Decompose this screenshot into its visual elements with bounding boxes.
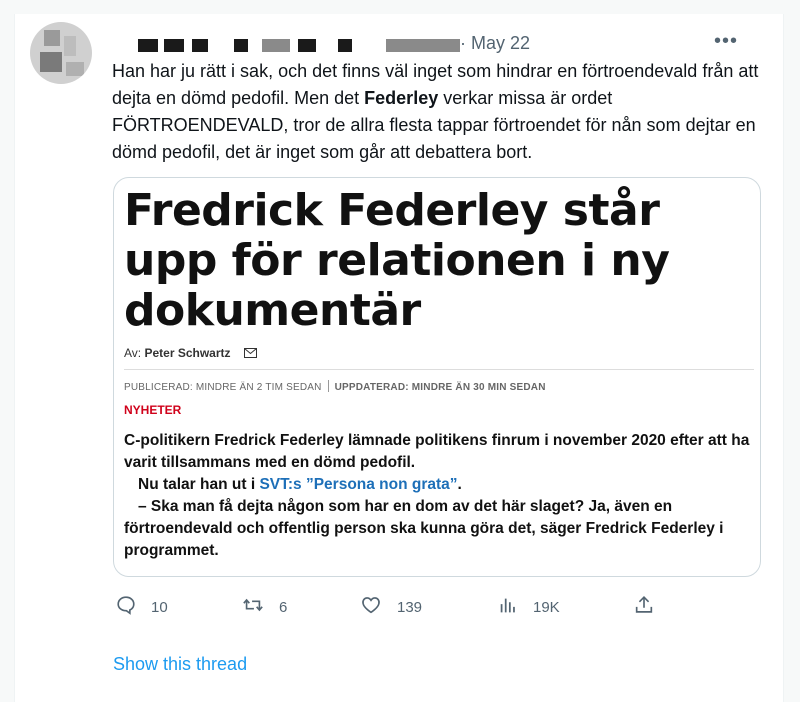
views-count: 19K [533,598,560,616]
redacted-display-name [298,39,316,52]
tweet-actions: 10 6 139 19K [113,594,713,620]
views-button[interactable]: 19K [497,594,560,620]
like-icon [359,594,397,620]
article-meta: PUBLICERAD: MINDRE ÄN 2 TIM SEDAN UPPDATE… [124,380,546,393]
redacted-display-name [192,39,208,52]
retweet-count: 6 [279,598,288,616]
views-icon [497,594,533,620]
redacted-display-name [234,39,248,52]
share-button[interactable] [633,594,669,620]
reply-count: 10 [151,598,168,616]
retweet-icon [241,594,279,620]
share-icon [633,594,669,620]
tweet-text: Han har ju rätt i sak, och det finns väl… [112,61,759,162]
more-icon[interactable]: ••• [714,30,738,53]
article-image[interactable]: Fredrick Federley står upp för relatione… [113,177,761,577]
updated-time: UPPDATERAD: MINDRE ÄN 30 MIN SEDAN [334,382,546,393]
article-category: NYHETER [124,403,182,417]
reply-icon [115,594,151,620]
like-count: 139 [397,598,423,616]
article-link: SVT:s ”Persona non grata” [259,476,458,493]
redacted-display-name [138,39,158,52]
article-author: Peter Schwartz [144,346,231,360]
show-thread-link[interactable]: Show this thread [113,654,247,675]
article-body: C-politikern Fredrick Federley lämnade p… [124,432,750,559]
like-button[interactable]: 139 [359,594,422,620]
mail-icon [243,347,257,361]
redacted-display-name [338,39,352,52]
tweet-header: · May 22 ••• [118,30,758,56]
tweet-date[interactable]: · May 22 [460,33,530,54]
retweet-button[interactable]: 6 [241,594,287,620]
redacted-handle [386,39,460,52]
article-headline: Fredrick Federley står upp för relatione… [124,185,670,336]
published-time: PUBLICERAD: MINDRE ÄN 2 TIM SEDAN [124,382,322,393]
divider [124,369,754,370]
redacted-display-name [164,39,184,52]
reply-button[interactable]: 10 [115,594,168,620]
article-byline: Av: Peter Schwartz [124,346,257,361]
bold-name: Federley [364,88,439,108]
redacted-display-name [262,39,290,52]
avatar[interactable] [30,22,92,84]
